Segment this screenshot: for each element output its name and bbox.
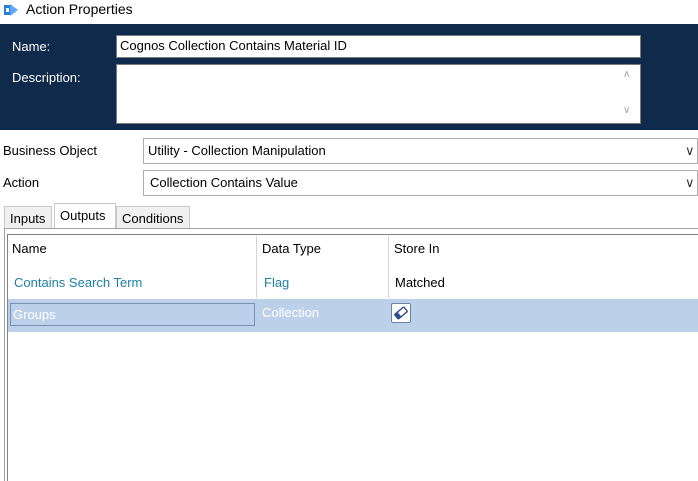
table-row[interactable]: Contains Search Term Flag Matched bbox=[8, 266, 698, 299]
output-data-type-cell: Flag bbox=[264, 275, 290, 290]
output-name-editor[interactable]: Groups bbox=[10, 303, 255, 326]
scroll-down-icon[interactable]: ∨ bbox=[623, 105, 630, 116]
description-field[interactable]: ∧ ∨ bbox=[116, 64, 641, 124]
window-title: Action Properties bbox=[26, 1, 133, 17]
tab-outputs[interactable]: Outputs bbox=[54, 203, 116, 228]
business-object-select[interactable]: Utility - Collection Manipulation ∨ bbox=[143, 138, 698, 164]
output-name-cell[interactable]: Contains Search Term bbox=[14, 275, 142, 290]
business-object-value: Utility - Collection Manipulation bbox=[148, 143, 326, 158]
business-object-label: Business Object bbox=[3, 143, 97, 158]
action-label: Action bbox=[3, 175, 40, 190]
chevron-down-icon: ∨ bbox=[685, 143, 695, 158]
column-header-data-type[interactable]: Data Type bbox=[262, 241, 321, 256]
store-in-cell[interactable]: Matched bbox=[395, 275, 445, 290]
eraser-icon bbox=[394, 306, 408, 320]
name-label: Name: bbox=[12, 39, 51, 54]
app-icon bbox=[3, 2, 19, 18]
header-panel: Name: Cognos Collection Contains Materia… bbox=[0, 24, 698, 130]
column-header-store-in[interactable]: Store In bbox=[394, 241, 440, 256]
scroll-up-icon[interactable]: ∧ bbox=[623, 69, 630, 80]
title-bar: Action Properties bbox=[0, 0, 698, 22]
action-value: Collection Contains Value bbox=[150, 175, 298, 190]
name-field[interactable]: Cognos Collection Contains Material ID bbox=[116, 35, 641, 58]
store-in-button[interactable] bbox=[391, 303, 411, 323]
description-label: Description: bbox=[12, 70, 81, 85]
action-select[interactable]: Collection Contains Value ∨ bbox=[143, 170, 698, 196]
chevron-down-icon: ∨ bbox=[685, 175, 695, 190]
column-header-name[interactable]: Name bbox=[12, 241, 47, 256]
tab-conditions[interactable]: Conditions bbox=[116, 206, 190, 228]
output-data-type-cell: Collection bbox=[262, 305, 320, 320]
tab-inputs[interactable]: Inputs bbox=[4, 206, 52, 228]
